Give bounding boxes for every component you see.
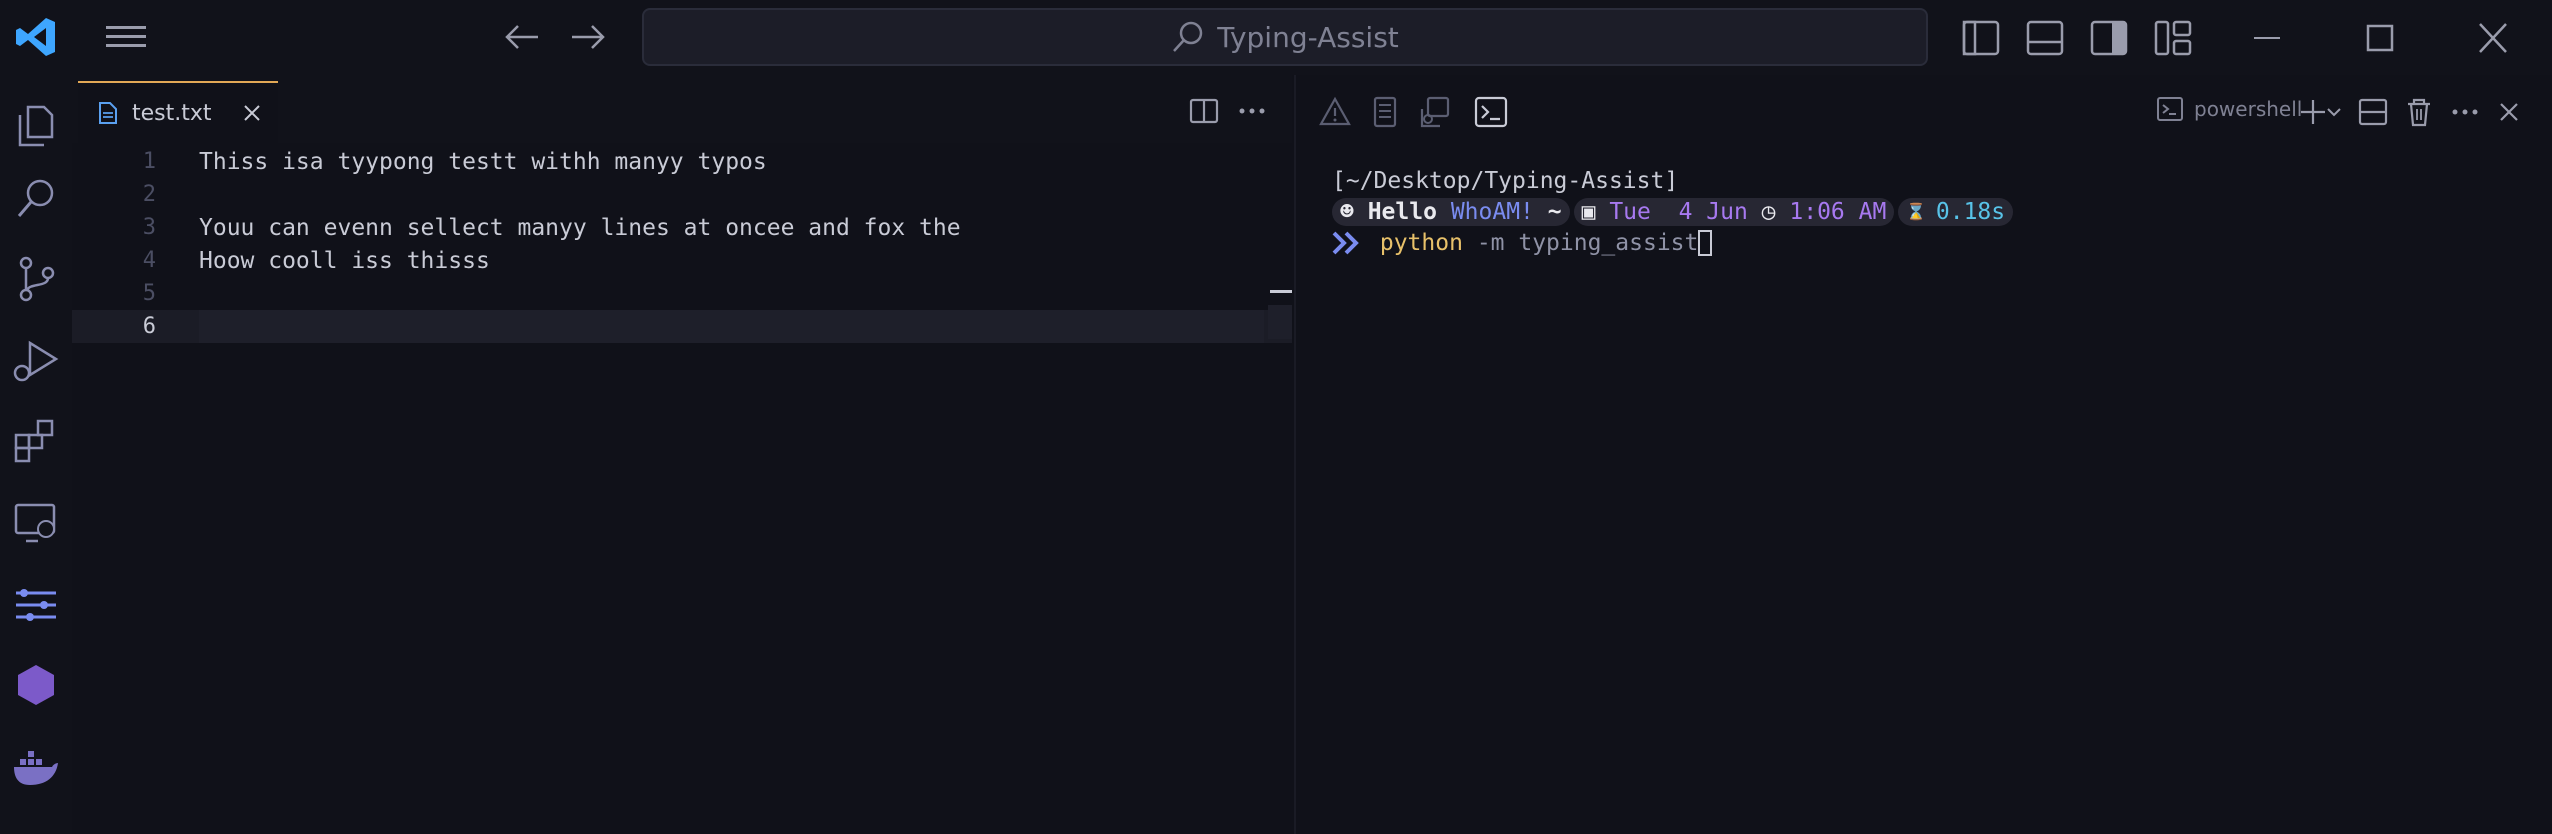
customize-layout-icon[interactable] <box>2154 20 2192 56</box>
line-text: Youu can evenn sellect manyy lines at on… <box>199 214 961 241</box>
terminal-shell-selector[interactable]: powershell <box>2156 95 2302 123</box>
code-line: 4 Hoow cooll iss thisss <box>72 244 1292 277</box>
terminal-prompt-line: ☻ Hello WhoAM! ~ ▣ Tue 4 Jun ◷ 1:06 AM ⌛… <box>1332 196 2017 227</box>
output-icon[interactable] <box>1368 95 1402 129</box>
close-tab-icon[interactable] <box>240 101 264 125</box>
prompt-day: Tue <box>1609 198 1651 225</box>
hexagon-extension-icon[interactable] <box>10 659 62 711</box>
tab-label: test.txt <box>132 100 212 126</box>
prompt-tilde: ~ <box>1547 198 1562 225</box>
line-text: Thiss isa tyypong testt withh manyy typo… <box>199 148 767 175</box>
debug-console-icon[interactable] <box>1418 95 1452 129</box>
trash-icon[interactable] <box>2402 95 2436 129</box>
arrow-left-icon[interactable] <box>502 20 542 54</box>
source-control-icon[interactable] <box>10 253 62 305</box>
line-number: 1 <box>142 149 156 174</box>
code-line: 2 <box>72 178 1292 211</box>
arrow-right-icon[interactable] <box>568 20 608 54</box>
line-number: 4 <box>142 248 156 273</box>
editor-group: test.txt 1 Thiss isa tyypong testt withh… <box>72 75 1292 834</box>
more-actions-icon[interactable] <box>2448 95 2482 129</box>
docker-icon[interactable] <box>10 741 62 793</box>
line-number: 3 <box>142 215 156 240</box>
toggle-secondary-sidebar-icon[interactable] <box>2090 20 2128 56</box>
minimize-icon[interactable] <box>2242 18 2292 58</box>
search-icon <box>1173 21 1203 52</box>
toggle-panel-icon[interactable] <box>2026 20 2064 56</box>
prompt-user: WhoAM! <box>1450 198 1534 225</box>
minimap-marker <box>1270 290 1292 293</box>
chevron-down-icon[interactable] <box>2324 95 2344 129</box>
close-panel-icon[interactable] <box>2492 95 2526 129</box>
hamburger-menu-icon[interactable] <box>104 20 148 54</box>
terminal-cwd: [~/Desktop/Typing-Assist] <box>1332 167 1679 194</box>
command-name: python <box>1379 229 1463 256</box>
prompt-duration-segment: ⌛ 0.18s <box>1898 197 2014 226</box>
maximize-icon[interactable] <box>2354 18 2404 58</box>
current-code-line: 6 <box>72 310 1292 343</box>
shell-prompt-icon <box>2157 97 2183 121</box>
calendar-icon: ▣ <box>1581 198 1610 225</box>
prompt-date: 4 Jun <box>1678 198 1748 225</box>
terminal-toolbar: powershell <box>1296 75 2552 143</box>
timeline-icon[interactable] <box>10 579 62 631</box>
more-actions-icon[interactable] <box>1236 95 1268 127</box>
command-center-search[interactable]: Typing-Assist <box>642 8 1928 66</box>
vscode-logo-icon[interactable] <box>14 15 58 59</box>
terminal-panel: powershell [~/Desktop/Typing-Assist] ☻ H… <box>1294 75 2552 834</box>
terminal-cursor <box>1698 229 1713 256</box>
terminal-icon[interactable] <box>1474 95 1508 129</box>
stopwatch-icon: ⌛ <box>1906 202 1936 221</box>
code-line: 3 Youu can evenn sellect manyy lines at … <box>72 211 1292 244</box>
search-icon[interactable] <box>10 173 62 225</box>
prompt-greeting-segment: ☻ Hello WhoAM! ~ <box>1332 197 1570 226</box>
code-line: 1 Thiss isa tyypong testt withh manyy ty… <box>72 145 1292 178</box>
explorer-icon[interactable] <box>10 99 62 151</box>
prompt-hello: Hello <box>1367 198 1437 225</box>
editor-tab-bar: test.txt <box>72 75 1292 143</box>
terminal-output[interactable]: [~/Desktop/Typing-Assist] ☻ Hello WhoAM!… <box>1332 165 2017 258</box>
code-line: 5 <box>72 277 1292 310</box>
split-editor-icon[interactable] <box>1188 95 1220 127</box>
split-terminal-icon[interactable] <box>2356 95 2390 129</box>
title-bar: Typing-Assist <box>0 0 2552 75</box>
line-number: 2 <box>142 182 156 207</box>
toggle-primary-sidebar-icon[interactable] <box>1962 20 2000 56</box>
clock-icon: ◷ <box>1747 198 1790 225</box>
current-line-highlight <box>199 310 1264 343</box>
prompt-date-segment: ▣ Tue 4 Jun ◷ 1:06 AM <box>1573 197 1895 226</box>
extensions-icon[interactable] <box>10 415 62 467</box>
line-number: 6 <box>142 314 156 339</box>
run-and-debug-icon[interactable] <box>10 335 62 387</box>
activity-bar <box>0 75 72 834</box>
terminal-cwd-line: [~/Desktop/Typing-Assist] <box>1332 165 2017 196</box>
code-area[interactable]: 1 Thiss isa tyypong testt withh manyy ty… <box>72 145 1292 343</box>
line-text: Hoow cooll iss thisss <box>199 247 490 274</box>
command-args: -m typing_assist <box>1476 229 1699 256</box>
file-icon <box>99 102 117 124</box>
prompt-chevrons-icon <box>1332 231 1359 254</box>
warning-icon[interactable] <box>1318 95 1352 129</box>
shell-label: powershell <box>2194 97 2303 121</box>
line-number: 5 <box>142 281 156 306</box>
prompt-time: 1:06 AM <box>1789 198 1887 225</box>
remote-explorer-icon[interactable] <box>10 497 62 549</box>
terminal-command-line: python -m typing_assist <box>1332 227 2017 258</box>
editor-scrollbar[interactable] <box>1268 305 1292 339</box>
tab-test-txt[interactable]: test.txt <box>78 81 278 143</box>
prompt-duration: 0.18s <box>1935 198 2006 225</box>
prompt-smile-icon: ☻ <box>1340 198 1368 225</box>
close-icon[interactable] <box>2468 18 2518 58</box>
search-text: Typing-Assist <box>1217 20 1399 54</box>
